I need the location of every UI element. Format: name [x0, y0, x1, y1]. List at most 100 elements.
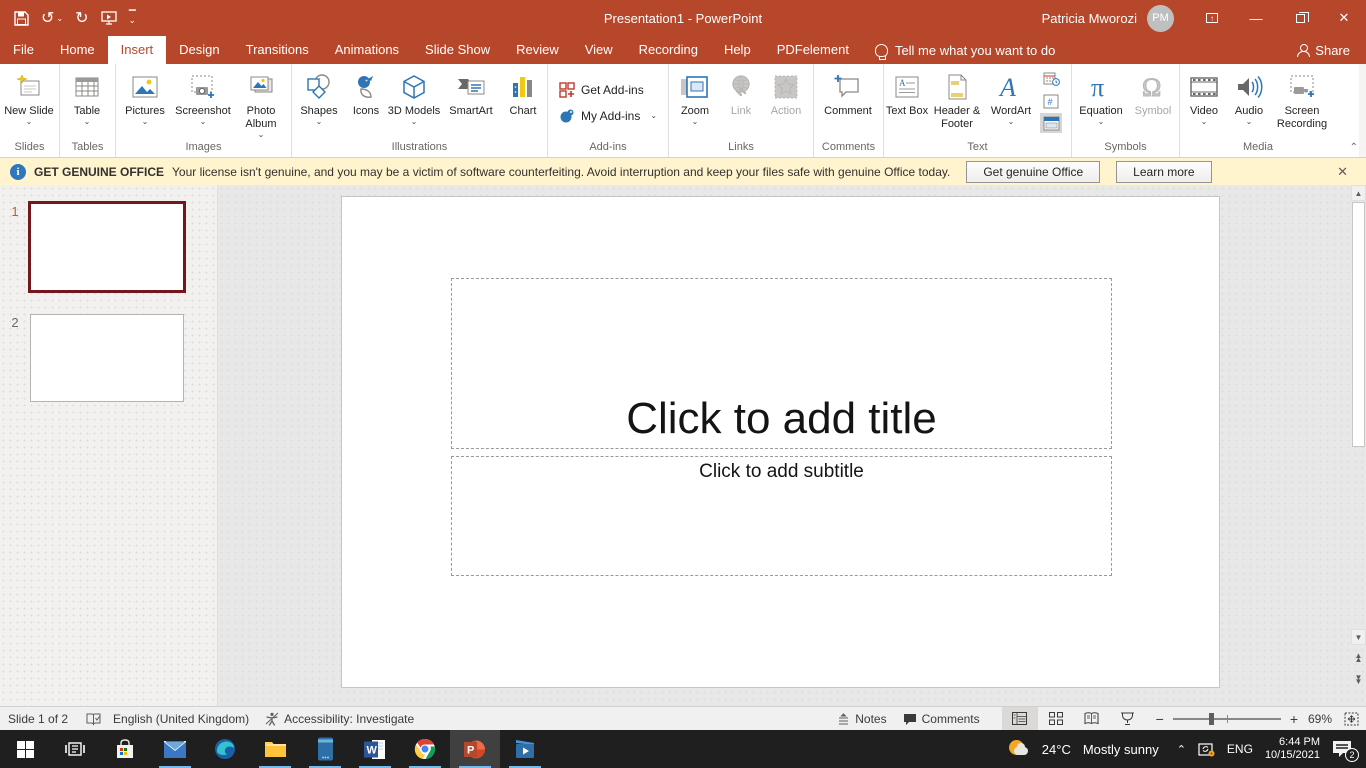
share-button[interactable]: Share — [1281, 36, 1366, 64]
redo-icon[interactable]: ↻ — [75, 8, 88, 28]
link-button[interactable]: Link — [720, 65, 762, 140]
weather-desc[interactable]: Mostly sunny — [1083, 742, 1159, 757]
microsoft-store-icon[interactable] — [100, 730, 150, 768]
header-footer-button[interactable]: Header & Footer — [929, 65, 985, 140]
tab-review[interactable]: Review — [503, 36, 572, 64]
3d-models-button[interactable]: 3D Models⌄ — [387, 65, 441, 140]
undo-icon[interactable]: ↺⌄ — [41, 8, 63, 28]
next-slide-icon[interactable]: ▼▼ — [1351, 671, 1366, 689]
tab-file[interactable]: File — [0, 36, 47, 64]
ribbon-display-options-icon[interactable]: ↑ — [1190, 0, 1234, 36]
mail-app-icon[interactable] — [150, 730, 200, 768]
screen-recording-button[interactable]: Screen Recording — [1271, 65, 1333, 140]
tab-animations[interactable]: Animations — [322, 36, 412, 64]
tab-pdfelement[interactable]: PDFelement — [764, 36, 862, 64]
films-tv-app-icon[interactable] — [500, 730, 550, 768]
tab-view[interactable]: View — [572, 36, 626, 64]
collapse-ribbon-icon[interactable]: ⌃ — [1350, 142, 1358, 153]
my-addins-button[interactable]: My Add-ins ⌄ — [559, 108, 657, 124]
slide-thumbnail-2[interactable] — [30, 314, 184, 402]
notes-button[interactable]: Notes — [837, 712, 886, 726]
chart-button[interactable]: Chart — [501, 65, 545, 140]
pictures-button[interactable]: Pictures⌄ — [117, 65, 173, 140]
avatar[interactable]: PM — [1147, 5, 1174, 32]
reading-view-button[interactable] — [1074, 707, 1110, 730]
start-from-beginning-icon[interactable] — [101, 11, 117, 25]
comments-button[interactable]: Comments — [903, 712, 980, 726]
accessibility-status[interactable]: Accessibility: Investigate — [265, 712, 414, 726]
word-app-icon[interactable]: W — [350, 730, 400, 768]
new-slide-button[interactable]: New Slide⌄ — [1, 65, 57, 140]
tab-design[interactable]: Design — [166, 36, 232, 64]
equation-button[interactable]: π Equation⌄ — [1073, 65, 1129, 140]
edge-browser-icon[interactable] — [200, 730, 250, 768]
restore-button[interactable] — [1278, 0, 1322, 36]
fit-slide-to-window-icon[interactable] — [1336, 707, 1366, 730]
show-hidden-icons-chevron[interactable]: ⌃ — [1177, 743, 1186, 756]
ribbon-scrollbar[interactable] — [1359, 64, 1366, 157]
tell-me-box[interactable]: Tell me what you want to do — [862, 36, 1068, 64]
zoom-in-icon[interactable]: + — [1290, 711, 1298, 727]
close-button[interactable]: ✕ — [1322, 0, 1366, 36]
learn-more-button[interactable]: Learn more — [1116, 161, 1211, 183]
tab-transitions[interactable]: Transitions — [233, 36, 322, 64]
tab-help[interactable]: Help — [711, 36, 764, 64]
zoom-button[interactable]: Zoom⌄ — [670, 65, 720, 140]
banner-close-icon[interactable]: ✕ — [1329, 164, 1356, 180]
tab-insert[interactable]: Insert — [108, 36, 167, 64]
get-addins-button[interactable]: Get Add-ins — [559, 82, 657, 98]
file-explorer-icon[interactable] — [250, 730, 300, 768]
comment-button[interactable]: Comment — [815, 65, 881, 140]
text-box-button[interactable]: A Text Box — [885, 65, 929, 140]
date-time-icon[interactable] — [1040, 69, 1062, 89]
zoom-slider[interactable] — [1173, 718, 1281, 720]
spellcheck-icon[interactable] — [86, 712, 101, 726]
slideshow-view-button[interactable] — [1110, 707, 1146, 730]
screenshot-button[interactable]: Screenshot⌄ — [173, 65, 233, 140]
title-placeholder[interactable]: Click to add title — [451, 278, 1112, 449]
weather-icon[interactable] — [1008, 739, 1030, 759]
phone-app-icon[interactable] — [300, 730, 350, 768]
icons-button[interactable]: Icons — [345, 65, 387, 140]
action-button[interactable]: Action — [762, 65, 810, 140]
user-name[interactable]: Patricia Mworozi — [1042, 11, 1137, 26]
chrome-browser-icon[interactable] — [400, 730, 450, 768]
slide-indicator[interactable]: Slide 1 of 2 — [8, 712, 68, 726]
table-button[interactable]: Table⌄ — [61, 65, 113, 140]
slide-thumbnail-1[interactable] — [28, 201, 186, 293]
clock[interactable]: 6:44 PM 10/15/2021 — [1265, 736, 1320, 762]
task-view-button[interactable] — [50, 730, 100, 768]
photo-album-button[interactable]: Photo Album⌄ — [233, 65, 289, 140]
audio-button[interactable]: Audio⌄ — [1227, 65, 1271, 140]
tab-slide-show[interactable]: Slide Show — [412, 36, 503, 64]
subtitle-placeholder[interactable]: Click to add subtitle — [451, 456, 1112, 576]
language-indicator[interactable]: ENG — [1227, 742, 1253, 756]
symbol-button[interactable]: Ω Symbol — [1129, 65, 1177, 140]
zoom-slider-thumb[interactable] — [1209, 713, 1214, 725]
slide-number-icon[interactable]: # — [1040, 91, 1062, 111]
minimize-button[interactable]: — — [1234, 0, 1278, 36]
scrollbar-thumb[interactable] — [1352, 202, 1365, 447]
tray-sync-icon[interactable] — [1198, 742, 1215, 757]
smartart-button[interactable]: SmartArt — [441, 65, 501, 140]
object-icon[interactable] — [1040, 113, 1062, 133]
zoom-percent[interactable]: 69% — [1298, 712, 1332, 726]
get-genuine-office-button[interactable]: Get genuine Office — [966, 161, 1100, 183]
start-button[interactable] — [0, 730, 50, 768]
powerpoint-app-icon[interactable]: P — [450, 730, 500, 768]
tab-home[interactable]: Home — [47, 36, 108, 64]
previous-slide-icon[interactable]: ▲▲ — [1351, 649, 1366, 667]
video-button[interactable]: Video⌄ — [1181, 65, 1227, 140]
zoom-out-icon[interactable]: − — [1156, 711, 1164, 727]
customize-qat-icon[interactable]: ▔⌄ — [129, 13, 137, 23]
shapes-button[interactable]: Shapes⌄ — [293, 65, 345, 140]
slide-sorter-view-button[interactable] — [1038, 707, 1074, 730]
scroll-down-icon[interactable]: ▼ — [1351, 629, 1366, 645]
weather-temp[interactable]: 24°C — [1042, 742, 1071, 757]
slide-editor[interactable]: Click to add title Click to add subtitle — [341, 196, 1220, 688]
wordart-button[interactable]: A WordArt⌄ — [985, 65, 1037, 140]
normal-view-button[interactable] — [1002, 707, 1038, 730]
action-center-button[interactable]: 2 — [1332, 740, 1354, 758]
language-status[interactable]: English (United Kingdom) — [113, 712, 249, 726]
vertical-scrollbar[interactable]: ▲ ▼ ▲▲ ▼▼ — [1351, 185, 1366, 706]
